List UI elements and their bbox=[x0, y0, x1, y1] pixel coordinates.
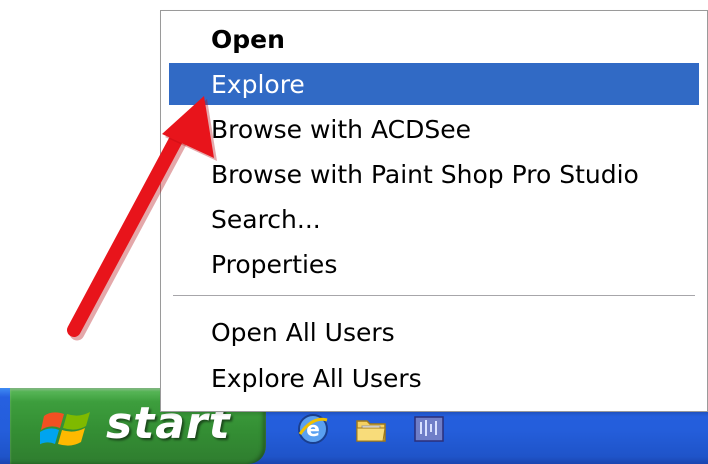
windows-flag-icon bbox=[40, 412, 90, 446]
quick-launch-bar: e bbox=[296, 412, 446, 446]
menu-item-explore[interactable]: Explore bbox=[169, 63, 699, 105]
menu-separator bbox=[173, 295, 695, 296]
internet-explorer-icon[interactable]: e bbox=[296, 412, 330, 446]
context-menu: Open Explore Browse with ACDSee Browse w… bbox=[160, 10, 708, 412]
menu-item-properties[interactable]: Properties bbox=[169, 243, 699, 285]
media-player-icon[interactable] bbox=[412, 412, 446, 446]
menu-item-browse-acdsee[interactable]: Browse with ACDSee bbox=[169, 108, 699, 150]
menu-item-search[interactable]: Search... bbox=[169, 198, 699, 240]
menu-item-explore-all-users[interactable]: Explore All Users bbox=[169, 357, 699, 399]
folder-icon[interactable] bbox=[354, 412, 388, 446]
menu-item-open[interactable]: Open bbox=[169, 18, 699, 60]
menu-item-browse-paint-shop[interactable]: Browse with Paint Shop Pro Studio bbox=[169, 153, 699, 195]
menu-item-open-all-users[interactable]: Open All Users bbox=[169, 311, 699, 353]
